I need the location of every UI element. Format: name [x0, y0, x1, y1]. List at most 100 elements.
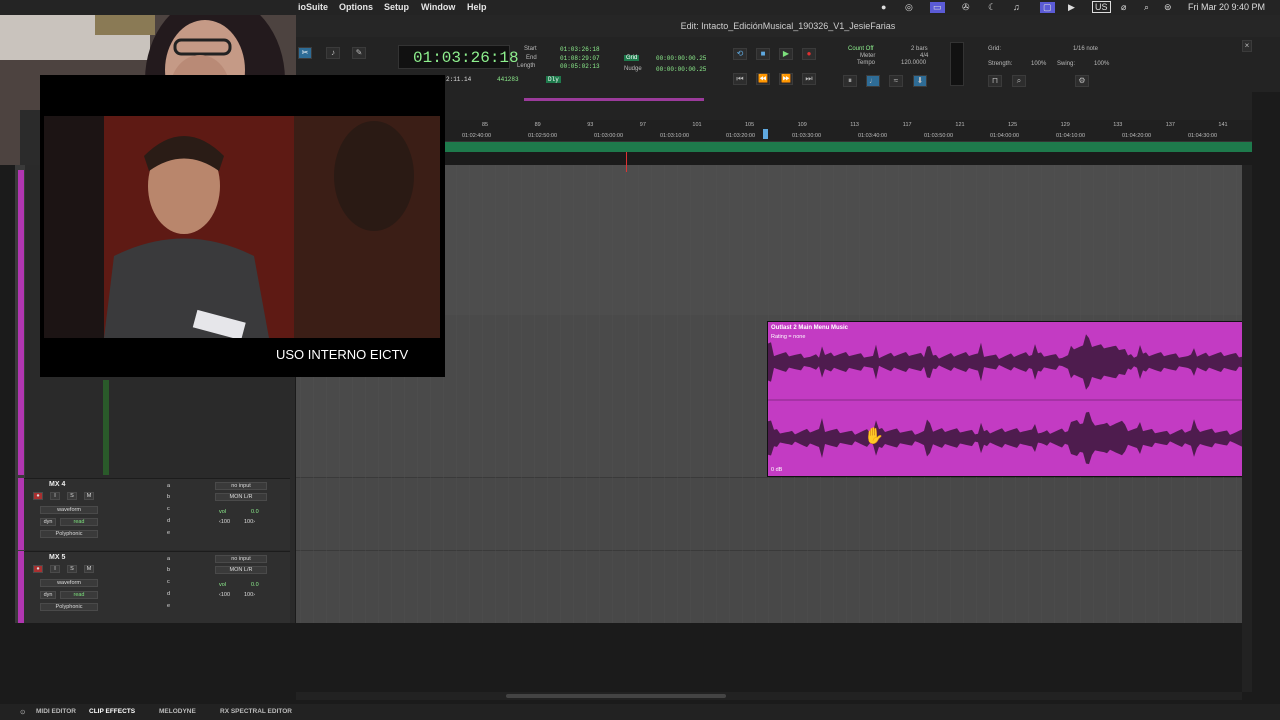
go-to-end-button[interactable]: ⏭: [802, 73, 816, 85]
pin-icon[interactable]: ⊙: [20, 708, 25, 716]
playhead-marker[interactable]: [763, 129, 768, 139]
conductor-icon[interactable]: ⬇: [913, 75, 927, 87]
tab-melodyne[interactable]: MELODYNE: [159, 708, 196, 715]
zoom-icon[interactable]: ⌕: [1012, 75, 1026, 87]
track-mx5-output-select[interactable]: MON L/R: [215, 566, 267, 574]
track-mx4-pan-right[interactable]: 100›: [244, 519, 255, 525]
return-to-zero-button[interactable]: ⏮: [733, 73, 747, 85]
track-mx5-plugin-slot[interactable]: Polyphonic: [40, 603, 98, 611]
menu-iosuite[interactable]: ioSuite: [298, 2, 328, 12]
track-mx5-mute-button[interactable]: M: [84, 565, 94, 573]
tab-clip-effects[interactable]: CLIP EFFECTS: [89, 708, 135, 715]
track-mx4-automation-select[interactable]: read: [60, 518, 98, 526]
window-icon[interactable]: ▢: [1040, 2, 1055, 13]
nudge-label[interactable]: Nudge: [624, 66, 642, 72]
play-circle-icon[interactable]: ▶: [1068, 2, 1075, 13]
control-center-icon[interactable]: ⊜: [1164, 2, 1172, 13]
loop-icon[interactable]: ⟲: [733, 48, 747, 60]
track-mx4-record-button[interactable]: ●: [33, 492, 43, 500]
status-dot-icon[interactable]: ●: [881, 2, 886, 12]
track-mx5-pan-left[interactable]: ‹100: [219, 592, 230, 598]
tempo-map-icon[interactable]: ≈: [889, 75, 903, 87]
track-mx4-solo-button[interactable]: S: [67, 492, 77, 500]
settings-gear-icon[interactable]: ⚙: [1075, 75, 1089, 87]
dly-toggle[interactable]: Dly: [546, 76, 561, 83]
track-mx4-mute-button[interactable]: M: [84, 492, 94, 500]
track-mx4-dyn-button[interactable]: dyn: [40, 518, 56, 526]
clock-text[interactable]: Fri Mar 20 9:40 PM: [1188, 2, 1265, 12]
track-mx5-input-select[interactable]: no input: [215, 555, 267, 563]
tempo-value[interactable]: 120.0000: [901, 60, 926, 66]
nudge-value[interactable]: 00:00:00:00.25: [656, 66, 706, 73]
strength-value[interactable]: 100%: [1031, 61, 1046, 67]
menu-help[interactable]: Help: [467, 2, 487, 12]
tab-rx-spectral-editor[interactable]: RX SPECTRAL EDITOR: [220, 708, 292, 715]
fast-forward-button[interactable]: ⏩: [779, 73, 793, 85]
track-mx5-send-d[interactable]: d: [167, 591, 170, 597]
track-mx4-send-d[interactable]: d: [167, 518, 170, 524]
track-mx5-input-monitor-button[interactable]: I: [50, 565, 60, 573]
end-value[interactable]: 01:08:29:07: [560, 55, 600, 62]
wifi-off-icon[interactable]: ⌀: [1121, 2, 1126, 13]
pencil-icon[interactable]: ✎: [352, 47, 366, 59]
track-mx5-view-select[interactable]: waveform: [40, 579, 98, 587]
pause-icon[interactable]: ⏸: [843, 75, 857, 87]
track-mx4-send-e[interactable]: e: [167, 530, 170, 536]
track-mx5-record-button[interactable]: ●: [33, 565, 43, 573]
overview-strip[interactable]: [444, 92, 1252, 120]
track-mx5-name[interactable]: MX 5: [49, 554, 65, 561]
track-mx4-send-b[interactable]: b: [167, 494, 170, 500]
smart-tool-icon[interactable]: ✂: [298, 47, 312, 59]
main-counter[interactable]: 01:03:26:18: [398, 45, 519, 69]
stop-button[interactable]: ■: [756, 48, 770, 60]
clip-gain[interactable]: 0 dB: [771, 467, 782, 473]
speaker-icon[interactable]: ♪: [326, 47, 340, 59]
track-mx5-send-e[interactable]: e: [167, 603, 170, 609]
count-off-label[interactable]: Count Off: [848, 46, 874, 52]
vertical-scrollbar[interactable]: [1242, 165, 1252, 692]
track-mx4-pan-left[interactable]: ‹100: [219, 519, 230, 525]
track-mx4-view-select[interactable]: waveform: [40, 506, 98, 514]
track-mx5-send-b[interactable]: b: [167, 567, 170, 573]
grid-snap-value[interactable]: 1/16 note: [1073, 46, 1098, 52]
menu-setup[interactable]: Setup: [384, 2, 409, 12]
track-mx5-send-c[interactable]: c: [167, 579, 170, 585]
grid-label[interactable]: Grid: [624, 55, 640, 61]
track-mx5-vol-value[interactable]: 0.0: [251, 582, 259, 588]
search-icon[interactable]: ⌕: [1144, 2, 1149, 13]
rewind-button[interactable]: ⏪: [756, 73, 770, 85]
headphones-icon[interactable]: ♫: [1013, 2, 1020, 12]
metronome-icon[interactable]: ⊓: [988, 75, 1002, 87]
menu-window[interactable]: Window: [421, 2, 455, 12]
track-mx4-vol-value[interactable]: 0.0: [251, 509, 259, 515]
track-mx4-send-a[interactable]: a: [167, 483, 170, 489]
audio-clip[interactable]: Outlast 2 Main Menu Music Rating = none …: [767, 321, 1244, 477]
record-button[interactable]: ●: [802, 48, 816, 60]
start-value[interactable]: 01:03:26:18: [560, 46, 600, 53]
track-mx5-dyn-button[interactable]: dyn: [40, 591, 56, 599]
length-value[interactable]: 00:05:02:13: [560, 63, 600, 70]
grid-value[interactable]: 00:00:00:00.25: [656, 55, 706, 62]
count-off-bars[interactable]: 2 bars: [911, 46, 928, 52]
tempo-label[interactable]: Tempo: [857, 60, 875, 66]
track-mx4-send-c[interactable]: c: [167, 506, 170, 512]
pre-roll-value[interactable]: 2:11.14: [446, 76, 471, 83]
track-mx4-output-select[interactable]: MON L/R: [215, 493, 267, 501]
input-source-badge[interactable]: US: [1092, 1, 1111, 13]
moon-icon[interactable]: ☾: [988, 2, 996, 13]
sample-counter[interactable]: 441283: [497, 76, 519, 83]
circle-icon[interactable]: ◎: [905, 2, 913, 13]
midi-merge-icon[interactable]: ♩: [866, 75, 880, 87]
tab-midi-editor[interactable]: MIDI EDITOR: [36, 708, 76, 715]
track-mx5-send-a[interactable]: a: [167, 556, 170, 562]
track-mx5-automation-select[interactable]: read: [60, 591, 98, 599]
marker-lane[interactable]: [444, 142, 1252, 152]
track-mx4-input-select[interactable]: no input: [215, 482, 267, 490]
track-mx4-name[interactable]: MX 4: [49, 481, 65, 488]
horizontal-scrollbar[interactable]: [296, 692, 1242, 700]
window-close-icon[interactable]: ×: [1242, 40, 1252, 52]
screen-icon[interactable]: ▭: [930, 2, 945, 13]
meter-value[interactable]: 4/4: [920, 53, 928, 59]
swing-value[interactable]: 100%: [1094, 61, 1109, 67]
track-mx5-pan-right[interactable]: 100›: [244, 592, 255, 598]
